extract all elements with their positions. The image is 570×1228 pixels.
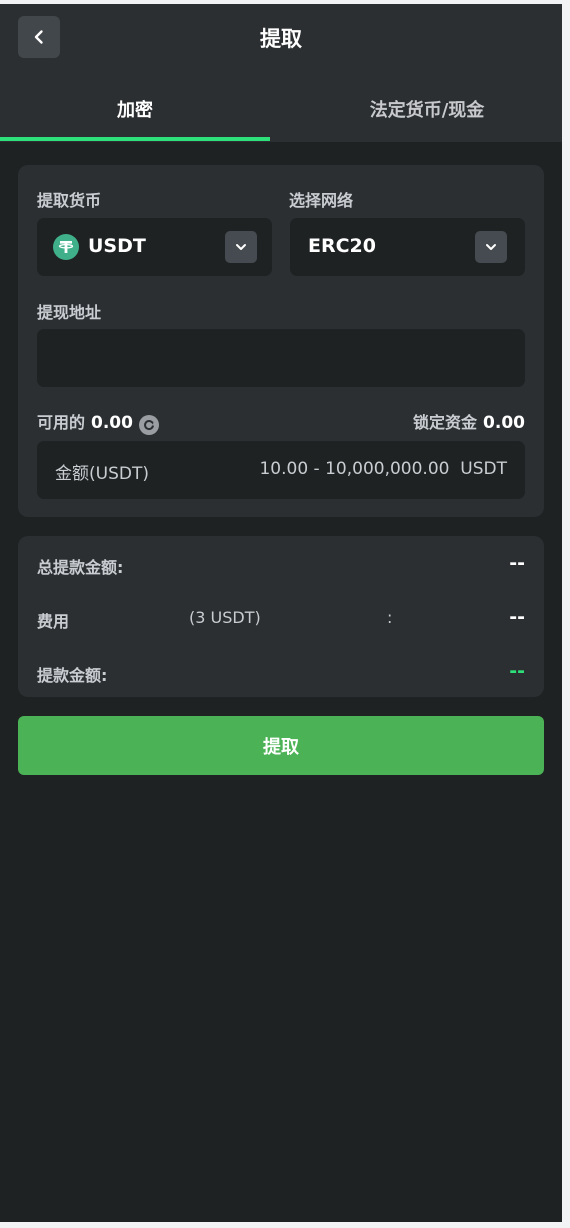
fee-colon: : xyxy=(387,608,393,627)
receive-value: -- xyxy=(509,660,525,682)
currency-label: 提取货币 xyxy=(37,191,102,210)
locked-value: 0.00 xyxy=(483,413,525,433)
network-label: 选择网络 xyxy=(289,191,354,210)
receive-row: 提款金额: -- xyxy=(37,660,525,686)
locked-label: 锁定资金 xyxy=(413,413,478,432)
chevron-down-icon xyxy=(486,244,496,250)
network-select[interactable]: ERC20 xyxy=(290,218,525,276)
withdraw-summary-card: 总提款金额: -- 费用 (3 USDT) : -- 提款金额: -- xyxy=(18,536,544,697)
amount-unit: USDT xyxy=(460,459,507,479)
amount-range: 10.00 - 10,000,000.00 xyxy=(259,459,450,479)
app-frame: 提取 加密 法定货币/现金 提取货币 选择网络 USDT ERC20 提现地址 … xyxy=(0,4,562,1222)
fee-label: 费用 xyxy=(37,612,70,631)
tab-crypto[interactable]: 加密 xyxy=(0,76,270,142)
tab-bar: 加密 法定货币/现金 xyxy=(0,76,562,142)
amount-placeholder: 金额(USDT) xyxy=(55,464,149,484)
withdraw-button[interactable]: 提取 xyxy=(18,716,544,775)
balance-row: 可用的 0.00 锁定资金 0.00 xyxy=(37,407,525,435)
refresh-icon[interactable] xyxy=(138,415,159,435)
network-value: ERC20 xyxy=(308,235,376,257)
fee-value: -- xyxy=(509,606,525,628)
network-dropdown-button[interactable] xyxy=(475,231,507,263)
address-label: 提现地址 xyxy=(37,303,102,322)
locked-funds: 锁定资金 0.00 xyxy=(413,409,525,433)
tab-fiat-cash[interactable]: 法定货币/现金 xyxy=(292,76,562,142)
withdraw-form-card: 提取货币 选择网络 USDT ERC20 提现地址 可用的 0.00 锁定资金 … xyxy=(18,165,544,517)
fee-amount: (3 USDT) xyxy=(189,608,261,627)
available-label: 可用的 xyxy=(37,413,86,432)
currency-dropdown-button[interactable] xyxy=(225,231,257,263)
amount-range-hint: 10.00 - 10,000,000.00 USDT xyxy=(259,459,507,479)
total-label: 总提款金额: xyxy=(37,558,124,577)
currency-select[interactable]: USDT xyxy=(37,218,272,276)
chevron-down-icon xyxy=(236,244,246,250)
active-tab-indicator xyxy=(0,137,270,141)
total-value: -- xyxy=(509,552,525,574)
address-input[interactable] xyxy=(37,329,525,387)
page-title: 提取 xyxy=(260,27,302,51)
available-balance: 可用的 0.00 xyxy=(37,409,159,435)
total-row: 总提款金额: -- xyxy=(37,552,525,578)
available-value: 0.00 xyxy=(91,413,133,433)
fee-row: 费用 (3 USDT) : -- xyxy=(37,606,525,632)
receive-label: 提款金额: xyxy=(37,666,108,685)
amount-input[interactable]: 金额(USDT) 10.00 - 10,000,000.00 USDT xyxy=(37,441,525,499)
currency-value: USDT xyxy=(88,235,146,257)
top-bar: 提取 xyxy=(0,4,562,76)
tether-icon xyxy=(53,234,79,260)
